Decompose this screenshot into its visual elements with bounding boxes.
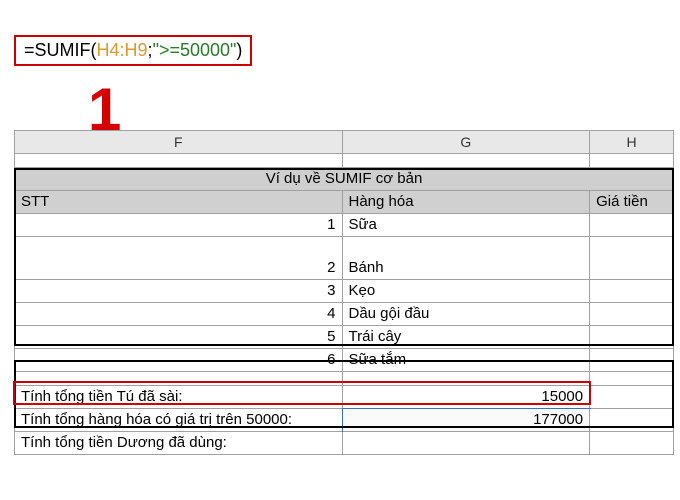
- cell[interactable]: [590, 372, 674, 386]
- formula-function: SUMIF: [35, 40, 91, 60]
- table-row: 5 Trái cây: [14, 326, 674, 349]
- cell[interactable]: [343, 432, 591, 455]
- cell[interactable]: [590, 432, 674, 455]
- cell-price[interactable]: [590, 214, 674, 237]
- cell[interactable]: [590, 386, 674, 409]
- summary-value[interactable]: 15000: [343, 386, 591, 409]
- cell-price[interactable]: [590, 303, 674, 326]
- formula-criteria: ">=50000": [153, 40, 237, 60]
- summary-label[interactable]: Tính tổng tiền Tú đã sài:: [15, 386, 343, 409]
- title-row: Ví dụ về SUMIF cơ bản: [14, 168, 674, 191]
- cell-name[interactable]: Sữa tắm: [343, 349, 591, 372]
- formula-bar[interactable]: =SUMIF(H4:H9;">=50000"): [14, 35, 252, 66]
- table-row: 2 Bánh: [14, 257, 674, 280]
- summary-label[interactable]: Tính tổng tiền Dương đã dùng:: [15, 432, 343, 455]
- cell-stt[interactable]: 6: [15, 349, 343, 372]
- cell-stt[interactable]: 3: [15, 280, 343, 303]
- spreadsheet-grid[interactable]: F G H Ví dụ về SUMIF cơ bản STT Hàng hóa…: [14, 130, 674, 455]
- summary-label[interactable]: Tính tổng hàng hóa có giá trị trên 50000…: [15, 409, 343, 432]
- cell-name[interactable]: Bánh: [343, 257, 591, 280]
- header-hanghoa[interactable]: Hàng hóa: [343, 191, 591, 214]
- cell-stt[interactable]: 5: [15, 326, 343, 349]
- spacer-row: [14, 237, 674, 257]
- table-row: 3 Kẹo: [14, 280, 674, 303]
- table-row: 6 Sữa tắm: [14, 349, 674, 372]
- table-title[interactable]: Ví dụ về SUMIF cơ bản: [15, 168, 674, 191]
- formula-range: H4:H9: [97, 40, 148, 60]
- col-header-f[interactable]: F: [15, 131, 343, 154]
- cell-stt[interactable]: 4: [15, 303, 343, 326]
- cell-price[interactable]: [590, 257, 674, 280]
- cell-stt[interactable]: 1: [15, 214, 343, 237]
- header-row: STT Hàng hóa Giá tiền: [14, 191, 674, 214]
- cell[interactable]: [343, 237, 591, 259]
- cell[interactable]: [343, 372, 591, 386]
- cell-name[interactable]: Trái cây: [343, 326, 591, 349]
- cell[interactable]: [15, 237, 343, 259]
- cell[interactable]: [590, 237, 674, 259]
- cell-name[interactable]: Sữa: [343, 214, 591, 237]
- cell-name[interactable]: Dầu gội đầu: [343, 303, 591, 326]
- summary-row-2: Tính tổng hàng hóa có giá trị trên 50000…: [14, 409, 674, 432]
- cell[interactable]: [590, 409, 674, 432]
- cell-price[interactable]: [590, 280, 674, 303]
- cell[interactable]: [343, 154, 591, 168]
- header-gia[interactable]: Giá tiền: [590, 191, 674, 214]
- grid-row: [14, 154, 674, 168]
- cell-price[interactable]: [590, 349, 674, 372]
- cell[interactable]: [15, 372, 343, 386]
- grid-row: [14, 372, 674, 386]
- col-header-g[interactable]: G: [343, 131, 591, 154]
- summary-row-1: Tính tổng tiền Tú đã sài: 15000: [14, 386, 674, 409]
- formula-close-paren: ): [236, 40, 242, 60]
- cell-stt[interactable]: 2: [15, 257, 343, 280]
- table-row: 4 Dầu gội đầu: [14, 303, 674, 326]
- header-stt[interactable]: STT: [15, 191, 343, 214]
- summary-row-3: Tính tổng tiền Dương đã dùng:: [14, 432, 674, 455]
- col-header-h[interactable]: H: [590, 131, 674, 154]
- table-row: 1 Sữa: [14, 214, 674, 237]
- cell-price[interactable]: [590, 326, 674, 349]
- summary-value-selected[interactable]: 177000: [343, 409, 591, 432]
- cell-name[interactable]: Kẹo: [343, 280, 591, 303]
- cell[interactable]: [590, 154, 674, 168]
- cell[interactable]: [15, 154, 343, 168]
- formula-equals: =: [24, 40, 35, 60]
- column-headers: F G H: [14, 130, 674, 154]
